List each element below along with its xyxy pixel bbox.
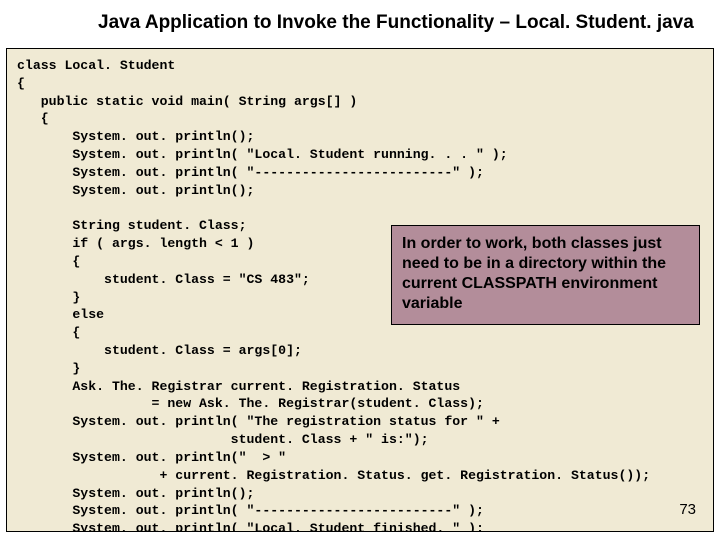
page-number: 73	[679, 501, 696, 518]
slide: Java Application to Invoke the Functiona…	[0, 0, 720, 540]
slide-title: Java Application to Invoke the Functiona…	[0, 0, 720, 40]
explanation-callout: In order to work, both classes just need…	[391, 225, 700, 325]
